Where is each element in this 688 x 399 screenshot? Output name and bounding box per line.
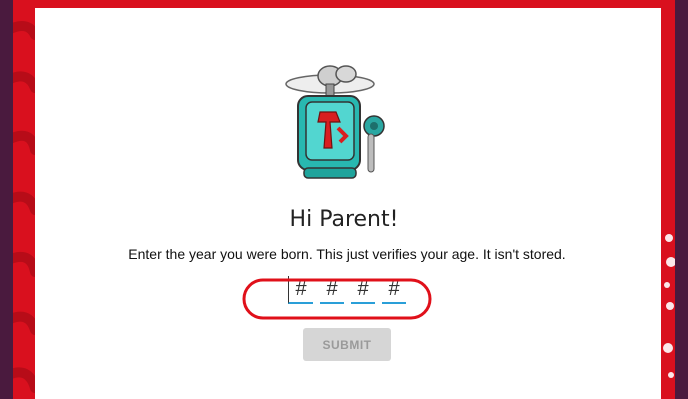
robot-mascot-icon — [285, 65, 385, 179]
highlight-annotation — [242, 278, 432, 320]
dialog-title: Hi Parent! — [289, 207, 399, 232]
age-instructions: Enter the year you were born. This just … — [128, 246, 566, 262]
submit-button[interactable]: SUBMIT — [303, 328, 391, 361]
